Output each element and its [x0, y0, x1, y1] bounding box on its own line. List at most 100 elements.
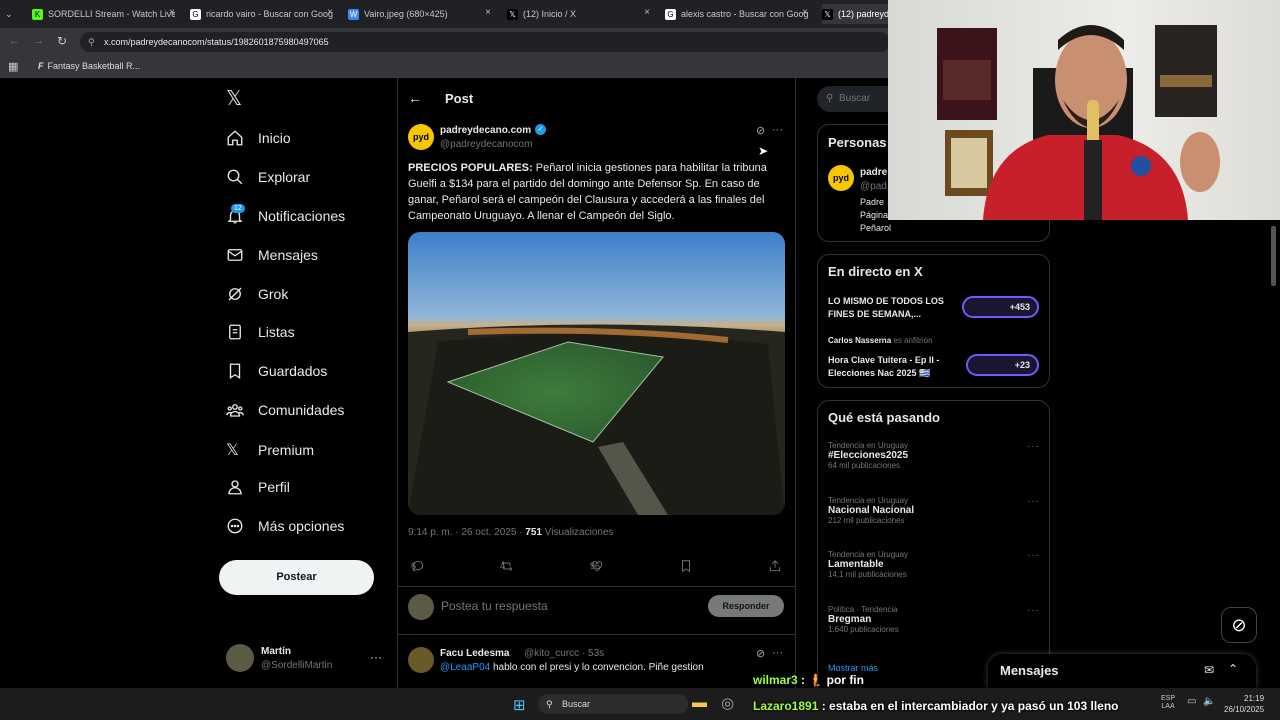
- browser-tab[interactable]: K SORDELLI Stream - Watch Live ×: [32, 4, 175, 24]
- repost-button[interactable]: 4: [500, 559, 518, 573]
- author-name[interactable]: padreydecano.com: [440, 125, 531, 136]
- reply-author[interactable]: Facu Ledesma: [440, 648, 509, 659]
- live-listeners-pill[interactable]: +453: [962, 296, 1039, 318]
- nav-item-bookmarks[interactable]: Guardados: [226, 362, 327, 380]
- nav-item-lists[interactable]: Listas: [226, 323, 295, 341]
- more-options-icon[interactable]: ···: [1027, 441, 1040, 452]
- trend-item[interactable]: Política · Tendencia Bregman 1.640 publica…: [828, 605, 899, 634]
- post-image[interactable]: [408, 232, 785, 515]
- more-options-icon[interactable]: ···: [772, 124, 783, 136]
- speaker-icon[interactable]: 🔈: [1203, 696, 1215, 707]
- more-options-icon[interactable]: ···: [1027, 605, 1040, 616]
- google-icon: G: [190, 8, 201, 20]
- app-icon[interactable]: ◎: [721, 694, 734, 712]
- close-icon[interactable]: ×: [169, 7, 175, 18]
- nav-item-explore[interactable]: Explorar: [226, 168, 310, 186]
- back-arrow-icon[interactable]: ←: [9, 35, 20, 47]
- nav-item-grok[interactable]: Grok: [226, 285, 288, 303]
- kick-icon: K: [32, 8, 43, 20]
- tab-list-icon[interactable]: ⌄: [5, 4, 21, 24]
- avatar[interactable]: [408, 647, 434, 673]
- chat-message: Lazaro1891 : estaba en el intercambiador…: [753, 699, 1119, 713]
- site-info-icon[interactable]: ⚲: [88, 32, 95, 52]
- close-icon[interactable]: ×: [644, 7, 650, 18]
- divider: [397, 634, 796, 635]
- fantasy-logo-icon: F: [38, 61, 44, 71]
- mail-icon: [227, 249, 243, 261]
- close-icon[interactable]: ×: [327, 7, 333, 18]
- taskbar-search[interactable]: ⚲ Buscar: [538, 694, 688, 714]
- nav-item-messages[interactable]: Mensajes: [226, 246, 318, 264]
- live-listeners-pill[interactable]: +23: [966, 354, 1039, 376]
- chevron-up-icon[interactable]: ⌃: [1228, 662, 1238, 676]
- post-button[interactable]: Postear: [219, 560, 374, 595]
- browser-tab[interactable]: 𝕏 (12) Inicio / X ×: [507, 4, 650, 24]
- reply-text: @LeaaP04 hablo con el presi y lo convenc…: [440, 662, 704, 673]
- chat-message: wilmar3 : 🧜 por fin: [753, 673, 864, 687]
- apps-grid-icon[interactable]: ▦: [8, 60, 18, 73]
- account-menu-icon[interactable]: ···: [370, 650, 382, 664]
- more-options-icon[interactable]: ···: [1027, 496, 1040, 507]
- reply-button[interactable]: 6: [411, 559, 429, 573]
- nav-item-home[interactable]: Inicio: [226, 129, 291, 147]
- person-name[interactable]: padre: [860, 167, 887, 178]
- windows-start-icon[interactable]: ⊞: [513, 696, 526, 714]
- nav-item-communities[interactable]: Comunidades: [226, 401, 344, 419]
- grok-icon[interactable]: ⊘: [756, 124, 765, 137]
- image-icon: W: [348, 8, 359, 20]
- grok-icon[interactable]: ⊘: [1221, 607, 1257, 643]
- trend-item[interactable]: Tendencia en Uruguay Lamentable 14,1 mil p…: [828, 550, 908, 579]
- address-bar[interactable]: ⚲ x.com/padreydecanocom/status/198260187…: [80, 32, 890, 52]
- browser-tab[interactable]: W Vairo.jpeg (680×425) ×: [348, 4, 491, 24]
- reply-input[interactable]: Postea tu respuesta: [441, 599, 548, 613]
- nav-item-more[interactable]: Más opciones: [226, 517, 344, 535]
- person-bio: Padre Página Peñarol: [860, 197, 892, 233]
- grok-icon[interactable]: ⊘: [756, 647, 765, 660]
- messages-drawer[interactable]: Mensajes ✉ ⌃: [988, 654, 1256, 688]
- trend-item[interactable]: Tendencia en Uruguay Nacional Nacional 212…: [828, 496, 914, 525]
- bookmark-button[interactable]: [679, 559, 697, 573]
- notification-badge: 12: [231, 204, 245, 213]
- x-logo-icon: 𝕏: [226, 442, 239, 459]
- account-name: Martín: [261, 646, 291, 657]
- stadium-photo: [408, 324, 785, 515]
- forward-arrow-icon[interactable]: →: [33, 35, 44, 47]
- reply-handle: @kito_curcc · 53s: [524, 648, 605, 659]
- folder-icon[interactable]: ▬: [692, 694, 707, 711]
- close-icon[interactable]: ×: [485, 7, 491, 18]
- reply-submit-button[interactable]: Responder: [708, 595, 784, 617]
- trend-item[interactable]: Tendencia en Uruguay #Elecciones2025 64 mi…: [828, 441, 908, 470]
- browser-tab[interactable]: Galexis castro - Buscar con Goog ×: [665, 4, 808, 24]
- people-icon: [226, 404, 244, 417]
- more-options-icon[interactable]: ···: [772, 647, 783, 659]
- search-icon: ⚲: [826, 93, 834, 104]
- live-item-title[interactable]: Hora Clave Tuitera - Ep II - Elecciones …: [828, 354, 958, 380]
- back-arrow-icon[interactable]: ←: [408, 90, 422, 106]
- section-title: Qué está pasando: [828, 410, 940, 425]
- x-logo-icon[interactable]: 𝕏: [226, 88, 248, 110]
- bookmark-icon: [682, 560, 690, 573]
- language-indicator[interactable]: ESP LAA: [1161, 695, 1175, 711]
- nav-item-premium[interactable]: 𝕏 Premium: [226, 440, 314, 460]
- search-icon: ⚲: [546, 699, 553, 709]
- bookmark-item[interactable]: F Fantasy Basketball R...: [38, 61, 140, 71]
- author-handle[interactable]: @padreydecanocom: [440, 139, 532, 150]
- person-avatar[interactable]: pyd: [828, 165, 854, 191]
- live-item-title[interactable]: LO MISMO DE TODOS LOS FINES DE SEMANA,..…: [828, 295, 953, 321]
- live-panel: En directo en X LO MISMO DE TODOS LOS FI…: [817, 254, 1050, 388]
- show-more-link[interactable]: Mostrar más: [828, 663, 878, 673]
- more-options-icon[interactable]: ···: [1027, 550, 1040, 561]
- author-avatar[interactable]: pyd: [408, 124, 434, 150]
- network-icon[interactable]: ▭: [1187, 696, 1196, 707]
- clock[interactable]: 21:19 26/10/2025: [1224, 693, 1264, 715]
- close-icon[interactable]: ×: [802, 7, 808, 18]
- reload-icon[interactable]: ↻: [57, 34, 67, 48]
- avatar[interactable]: [226, 644, 254, 672]
- share-button[interactable]: [768, 559, 786, 573]
- scrollbar[interactable]: [1271, 226, 1276, 286]
- nav-item-profile[interactable]: Perfil: [226, 478, 290, 496]
- browser-tab-active[interactable]: 𝕏(12) padreyde: [822, 4, 888, 24]
- new-message-icon[interactable]: ✉: [1204, 663, 1214, 677]
- like-button[interactable]: 96: [590, 559, 608, 573]
- browser-tab[interactable]: Gricardo vairo - Buscar con Goog ×: [190, 4, 333, 24]
